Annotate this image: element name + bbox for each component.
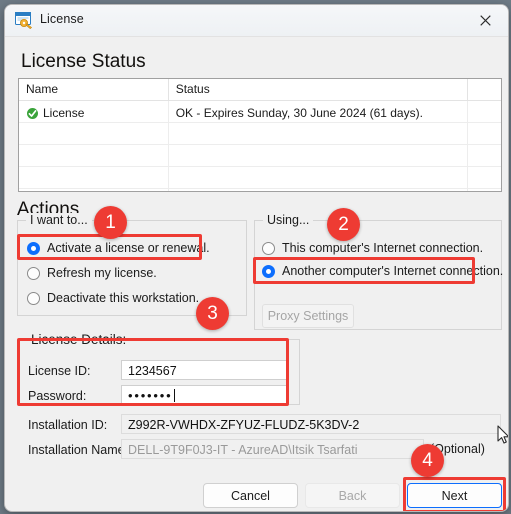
annotation-badge-4: 4 (411, 444, 444, 477)
annotation-badge-1: 1 (94, 206, 127, 239)
highlight-next-button (403, 477, 506, 511)
mouse-cursor-icon (497, 425, 508, 445)
annotation-badge-2: 2 (327, 208, 360, 241)
table-header-row: Name Status (19, 79, 501, 101)
radio-refresh-label: Refresh my license. (47, 266, 157, 280)
column-header-name[interactable]: Name (19, 79, 169, 100)
highlight-license-details (17, 338, 289, 406)
radio-this-computer-connection[interactable]: This computer's Internet connection. (262, 241, 483, 255)
radio-deactivate-workstation[interactable]: Deactivate this workstation. (27, 291, 199, 305)
license-status-heading: License Status (21, 51, 146, 72)
radio-off-icon[interactable] (262, 241, 275, 255)
highlight-another-computer-option (253, 257, 475, 284)
column-header-blank[interactable] (468, 79, 501, 100)
row-blank-cell (468, 101, 501, 122)
i-want-to-legend: I want to... (26, 213, 92, 227)
empty-cell (468, 189, 501, 191)
table-row-empty[interactable] (19, 167, 501, 189)
installation-id-label: Installation ID: (28, 418, 108, 432)
radio-this-computer-label: This computer's Internet connection. (282, 241, 484, 255)
table-row[interactable]: License OK - Expires Sunday, 30 June 202… (19, 101, 501, 123)
close-icon[interactable] (463, 5, 508, 36)
table-row-empty[interactable] (19, 145, 501, 167)
empty-cell (169, 145, 469, 166)
row-status-cell: OK - Expires Sunday, 30 June 2024 (61 da… (169, 101, 469, 122)
table-row-empty[interactable] (19, 123, 501, 145)
back-button[interactable]: Back (305, 483, 400, 508)
green-check-icon (26, 106, 39, 120)
window-title: License (40, 12, 84, 26)
empty-cell (169, 189, 469, 191)
empty-cell (19, 167, 169, 188)
empty-cell (19, 145, 169, 166)
title-bar: License (5, 5, 508, 37)
radio-off-icon[interactable] (27, 266, 40, 280)
empty-cell (468, 167, 501, 188)
annotation-badge-3: 3 (196, 297, 229, 330)
installation-name-input[interactable]: DELL-9T9F0J3-IT - AzureAD\Itsik Tsarfati (121, 439, 424, 459)
license-key-window-icon (15, 12, 33, 30)
row-name-cell: License (19, 101, 169, 122)
empty-cell (468, 123, 501, 144)
empty-cell (169, 167, 469, 188)
table-row-empty[interactable] (19, 189, 501, 191)
installation-id-input[interactable]: Z992R-VWHDX-ZFYUZ-FLUDZ-5K3DV-2 (121, 414, 501, 434)
license-status-table[interactable]: Name Status License OK - Expires Sunday,… (18, 78, 502, 192)
radio-deactivate-label: Deactivate this workstation. (47, 291, 200, 305)
installation-name-label: Installation Name: (28, 443, 129, 457)
license-dialog: License License Status Name Status Licen… (4, 4, 509, 512)
empty-cell (19, 123, 169, 144)
cancel-button[interactable]: Cancel (203, 483, 298, 508)
row-name-text: License (43, 106, 85, 120)
empty-cell (19, 189, 169, 191)
column-header-status[interactable]: Status (169, 79, 469, 100)
radio-off-icon[interactable] (27, 291, 40, 305)
empty-cell (169, 123, 469, 144)
empty-cell (468, 145, 501, 166)
radio-refresh-license[interactable]: Refresh my license. (27, 266, 157, 280)
proxy-settings-button[interactable]: Proxy Settings (262, 304, 354, 328)
using-legend: Using... (263, 213, 314, 227)
